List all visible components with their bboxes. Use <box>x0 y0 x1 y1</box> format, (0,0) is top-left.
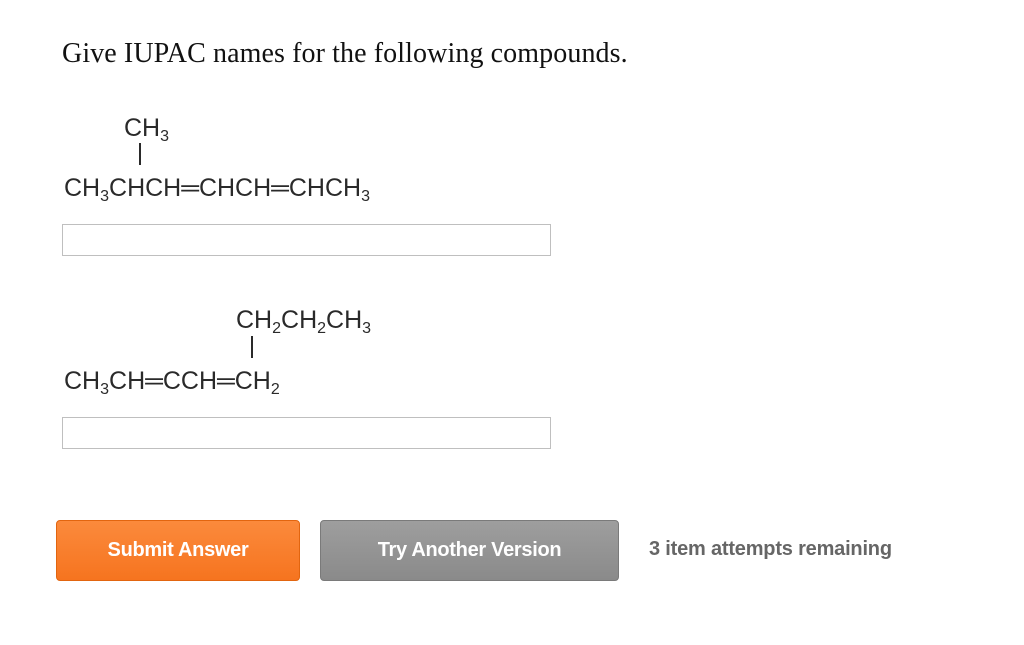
compound-2-branch-bond <box>251 336 253 358</box>
compound-1-main-chain: CH3CHCH═CHCH═CHCH3 <box>64 174 370 205</box>
compound-1-answer-input[interactable] <box>62 224 551 256</box>
compound-1-branch: CH3 <box>124 114 170 145</box>
attempts-remaining-text: 3 item attempts remaining <box>649 538 892 560</box>
submit-answer-button[interactable]: Submit Answer <box>56 520 300 581</box>
compound-1-branch-bond <box>139 143 141 165</box>
question-prompt: Give IUPAC names for the following compo… <box>62 38 628 69</box>
compound-2-answer-input[interactable] <box>62 417 551 449</box>
submit-answer-label: Submit Answer <box>107 539 249 561</box>
compound-2-main-chain: CH3CH═CCH═CH2 <box>64 367 280 398</box>
try-another-version-label: Try Another Version <box>377 539 562 561</box>
compound-2-branch: CH2CH2CH3 <box>236 306 372 337</box>
try-another-version-button[interactable]: Try Another Version <box>320 520 619 581</box>
